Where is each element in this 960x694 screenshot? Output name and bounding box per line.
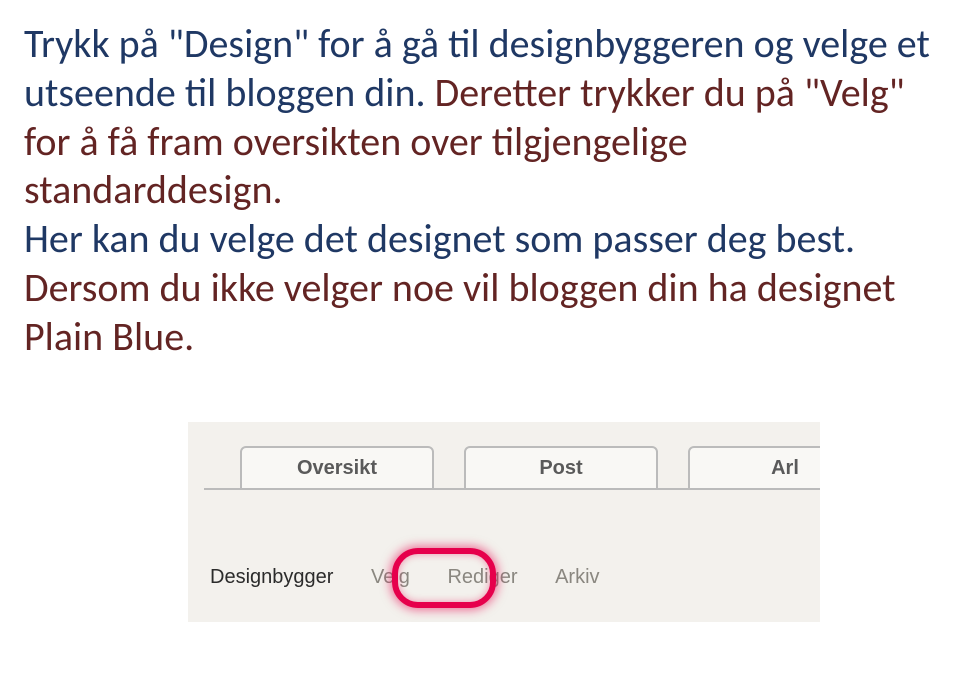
- sentence-3b: Dersom du ikke velger noe vil bloggen di…: [24, 263, 896, 361]
- subnav-arkiv[interactable]: Arkiv: [549, 562, 605, 593]
- subnav-rediger[interactable]: Rediger: [441, 562, 523, 593]
- tab-arkiv-truncated[interactable]: Arl: [688, 446, 820, 490]
- sub-nav: Designbygger Velg Rediger Arkiv: [204, 562, 820, 593]
- tab-oversikt[interactable]: Oversikt: [240, 446, 434, 490]
- tab-post[interactable]: Post: [464, 446, 658, 490]
- sentence-3a: Her kan du velge det designet som passer…: [24, 214, 855, 263]
- top-tabs: Oversikt Post Arl: [204, 432, 820, 490]
- instruction-paragraph: Trykk på "Design" for å gå til designbyg…: [24, 20, 936, 362]
- subnav-velg[interactable]: Velg: [365, 562, 416, 593]
- subnav-designbygger[interactable]: Designbygger: [204, 562, 339, 593]
- screenshot-figure: Oversikt Post Arl Designbygger Velg Redi…: [188, 422, 820, 622]
